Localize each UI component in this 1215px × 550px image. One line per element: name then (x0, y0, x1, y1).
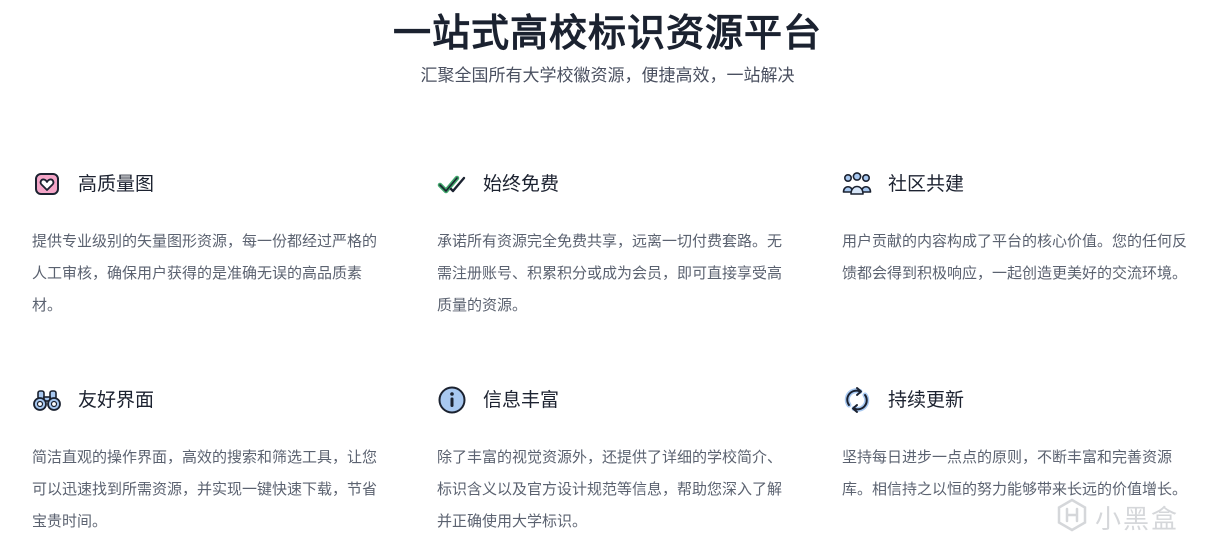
feature-header: 友好界面 (32, 385, 377, 415)
features-grid: 高质量图 提供专业级别的矢量图形资源，每一份都经过严格的人工审核，确保用户获得的… (0, 0, 1215, 550)
refresh-arrows-icon (842, 385, 872, 415)
feature-title: 友好界面 (78, 389, 155, 411)
watermark: 小黑盒 (1055, 498, 1179, 536)
feature-title: 信息丰富 (483, 389, 560, 411)
info-circle-icon (437, 385, 467, 415)
feature-description: 提供专业级别的矢量图形资源，每一份都经过严格的人工审核，确保用户获得的是准确无误… (32, 232, 378, 314)
feature-header: 社区共建 (842, 169, 1187, 199)
feature-title: 高质量图 (78, 173, 155, 195)
binoculars-icon (32, 385, 62, 415)
feature-card-updates: 持续更新 坚持每日进步一点点的原则，不断丰富和完善资源库。相信持之以恒的努力能够… (842, 385, 1187, 505)
community-people-icon (842, 169, 872, 199)
feature-card-interface: 友好界面 简洁直观的操作界面，高效的搜索和筛选工具，让您可以迅速找到所需资源，并… (32, 385, 377, 537)
feature-card-free: 始终免费 承诺所有资源完全免费共享，远离一切付费套路。无需注册账号、积累积分或成… (437, 169, 782, 321)
double-check-icon (437, 169, 467, 199)
feature-title: 持续更新 (888, 389, 965, 411)
feature-description: 坚持每日进步一点点的原则，不断丰富和完善资源库。相信持之以恒的努力能够带来长远的… (842, 448, 1188, 498)
watermark-text: 小黑盒 (1094, 504, 1179, 535)
feature-title: 始终免费 (483, 173, 560, 195)
feature-card-info: 信息丰富 除了丰富的视觉资源外，还提供了详细的学校简介、标识含义以及官方设计规范… (437, 385, 782, 537)
feature-description: 除了丰富的视觉资源外，还提供了详细的学校简介、标识含义以及官方设计规范等信息，帮… (437, 448, 783, 530)
feature-card-quality: 高质量图 提供专业级别的矢量图形资源，每一份都经过严格的人工审核，确保用户获得的… (32, 169, 377, 321)
feature-description: 简洁直观的操作界面，高效的搜索和筛选工具，让您可以迅速找到所需资源，并实现一键快… (32, 448, 378, 530)
watermark-logo-icon (1055, 498, 1089, 536)
feature-header: 持续更新 (842, 385, 1187, 415)
feature-title: 社区共建 (888, 173, 965, 195)
feature-card-community: 社区共建 用户贡献的内容构成了平台的核心价值。您的任何反馈都会得到积极响应，一起… (842, 169, 1187, 289)
feature-description: 承诺所有资源完全免费共享，远离一切付费套路。无需注册账号、积累积分或成为会员，即… (437, 232, 783, 314)
feature-header: 信息丰富 (437, 385, 782, 415)
feature-header: 高质量图 (32, 169, 377, 199)
feature-description: 用户贡献的内容构成了平台的核心价值。您的任何反馈都会得到积极响应，一起创造更美好… (842, 232, 1188, 282)
heart-image-icon (32, 169, 62, 199)
feature-header: 始终免费 (437, 169, 782, 199)
